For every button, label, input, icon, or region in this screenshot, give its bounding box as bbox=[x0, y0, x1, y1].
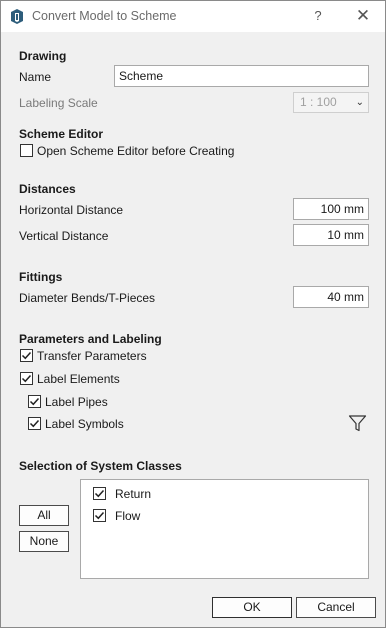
flow-checkbox[interactable] bbox=[93, 509, 106, 522]
checkmark-icon bbox=[29, 397, 40, 406]
label-pipes-label: Label Pipes bbox=[45, 395, 108, 409]
scheme-editor-header: Scheme Editor bbox=[19, 127, 104, 141]
transfer-parameters-checkbox[interactable] bbox=[20, 349, 33, 362]
checkmark-icon bbox=[21, 351, 32, 360]
labeling-scale-label: Labeling Scale bbox=[19, 96, 98, 110]
fittings-header: Fittings bbox=[19, 270, 63, 284]
horizontal-distance-label: Horizontal Distance bbox=[19, 203, 124, 217]
parameters-header: Parameters and Labeling bbox=[19, 332, 162, 346]
window-title: Convert Model to Scheme bbox=[32, 9, 177, 23]
return-label: Return bbox=[115, 487, 152, 501]
labeling-scale-select[interactable]: 1 : 100 ⌄ bbox=[293, 92, 369, 113]
open-scheme-editor-label: Open Scheme Editor before Creating bbox=[37, 144, 235, 158]
checkmark-icon bbox=[94, 489, 105, 498]
app-logo-icon bbox=[11, 9, 23, 24]
cancel-button[interactable]: Cancel bbox=[296, 597, 376, 618]
checkmark-icon bbox=[29, 419, 40, 428]
system-classes-list[interactable]: Return Flow bbox=[80, 479, 369, 579]
checkmark-icon bbox=[94, 511, 105, 520]
return-checkbox[interactable] bbox=[93, 487, 106, 500]
label-symbols-checkbox[interactable] bbox=[28, 417, 41, 430]
drawing-header: Drawing bbox=[19, 49, 67, 63]
diameter-label: Diameter Bends/T-Pieces bbox=[19, 291, 156, 305]
name-input[interactable]: Scheme bbox=[114, 65, 369, 87]
vertical-distance-input[interactable]: 10 mm bbox=[293, 224, 369, 246]
horizontal-distance-input[interactable]: 100 mm bbox=[293, 198, 369, 220]
system-classes-header: Selection of System Classes bbox=[19, 459, 182, 473]
flow-label: Flow bbox=[115, 509, 141, 523]
title-bar: Convert Model to Scheme ? ✕ bbox=[1, 1, 385, 32]
ok-button[interactable]: OK bbox=[212, 597, 292, 618]
help-button[interactable]: ? bbox=[307, 5, 329, 27]
select-none-button[interactable]: None bbox=[19, 531, 69, 552]
select-all-button[interactable]: All bbox=[19, 505, 69, 526]
label-symbols-label: Label Symbols bbox=[45, 417, 124, 431]
label-elements-label: Label Elements bbox=[37, 372, 120, 386]
vertical-distance-label: Vertical Distance bbox=[19, 229, 109, 243]
label-pipes-checkbox[interactable] bbox=[28, 395, 41, 408]
chevron-down-icon: ⌄ bbox=[355, 97, 364, 108]
distances-header: Distances bbox=[19, 182, 76, 196]
dialog-window: Convert Model to Scheme ? ✕ Drawing Name… bbox=[0, 0, 386, 628]
checkmark-icon bbox=[21, 374, 32, 383]
labeling-scale-value: 1 : 100 bbox=[300, 95, 337, 109]
label-elements-checkbox[interactable] bbox=[20, 372, 33, 385]
transfer-parameters-label: Transfer Parameters bbox=[37, 349, 147, 363]
diameter-input[interactable]: 40 mm bbox=[293, 286, 369, 308]
filter-icon[interactable] bbox=[348, 414, 367, 433]
open-scheme-editor-checkbox[interactable] bbox=[20, 144, 33, 157]
close-button[interactable]: ✕ bbox=[351, 5, 375, 27]
name-label: Name bbox=[19, 70, 52, 84]
